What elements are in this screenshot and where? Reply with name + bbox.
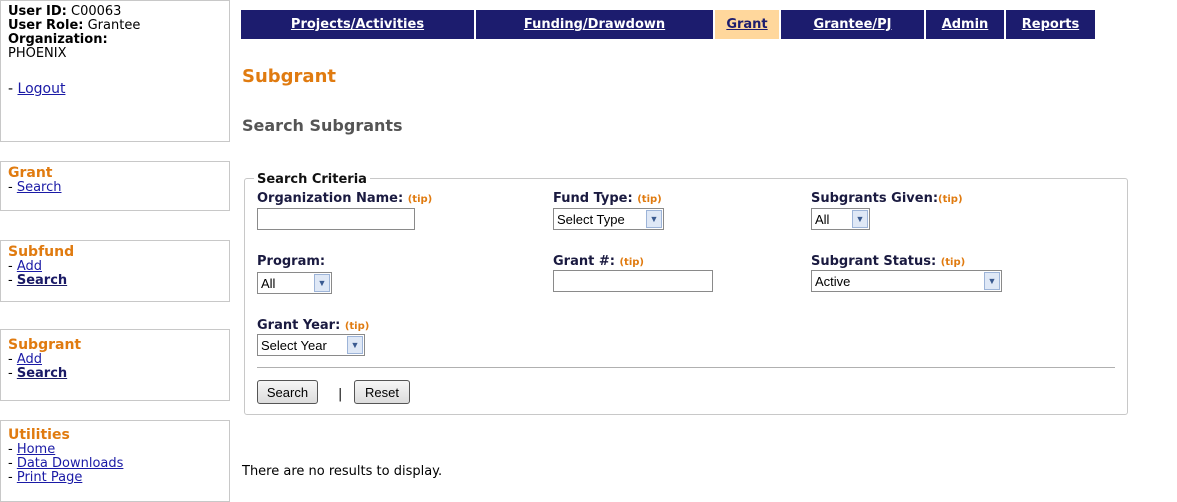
program-value: All xyxy=(261,275,276,291)
item-prefix: - xyxy=(8,352,17,367)
user-id-value: C00063 xyxy=(71,4,122,19)
item-prefix: - xyxy=(8,259,17,274)
item-prefix: - xyxy=(8,366,17,381)
reset-button[interactable]: Reset xyxy=(354,380,410,404)
fund-type-tip-link[interactable]: (tip) xyxy=(637,194,662,205)
org-name-tip-link[interactable]: (tip) xyxy=(408,194,433,205)
item-prefix: - xyxy=(8,456,17,471)
subgrants-given-label-text: Subgrants Given: xyxy=(811,191,939,206)
subgrants-given-tip-link[interactable]: (tip) xyxy=(938,194,963,205)
grant-year-tip-link[interactable]: (tip) xyxy=(345,321,370,332)
fieldset-legend: Search Criteria xyxy=(254,172,370,187)
item-prefix: - xyxy=(8,273,17,288)
subgrant-status-select[interactable]: Active ▼ xyxy=(811,270,1002,292)
grant-year-value: Select Year xyxy=(261,337,327,353)
grant-number-tip-link[interactable]: (tip) xyxy=(619,257,644,268)
item-prefix: - xyxy=(8,180,17,195)
sidebar-section-subgrant: Subgrant - Add - Search xyxy=(0,329,230,401)
grant-number-label-text: Grant #: xyxy=(553,254,615,269)
subgrants-given-value: All xyxy=(815,211,830,227)
fund-type-label-text: Fund Type: xyxy=(553,191,633,206)
sidebar-heading-subgrant: Subgrant xyxy=(8,337,82,353)
grant-year-label: Grant Year: (tip) xyxy=(257,318,369,333)
sidebar-item-subfund-search[interactable]: Search xyxy=(17,273,67,288)
sidebar-item-subgrant-search[interactable]: Search xyxy=(17,366,67,381)
page-title: Subgrant xyxy=(242,66,336,87)
org-name-input[interactable] xyxy=(257,208,415,230)
fund-type-value: Select Type xyxy=(557,211,625,227)
sidebar-heading-utilities: Utilities xyxy=(8,427,70,443)
grant-year-select[interactable]: Select Year ▼ xyxy=(257,334,365,356)
grant-year-label-text: Grant Year: xyxy=(257,318,341,333)
chevron-down-icon: ▼ xyxy=(984,272,1000,290)
item-prefix: - xyxy=(8,442,17,457)
grant-number-input[interactable] xyxy=(553,270,713,292)
sidebar-section-utilities: Utilities - Home - Data Downloads - Prin… xyxy=(0,420,230,502)
divider xyxy=(257,367,1115,368)
subgrant-status-label-text: Subgrant Status: xyxy=(811,254,937,269)
subgrants-given-label: Subgrants Given:(tip) xyxy=(811,191,963,206)
main-nav: Projects/Activities Funding/Drawdown Gra… xyxy=(241,10,1177,39)
search-criteria-fieldset: Search Criteria Organization Name: (tip)… xyxy=(244,172,1128,415)
sidebar-heading-grant: Grant xyxy=(8,165,53,181)
user-info-box: User ID: C00063 User Role: Grantee Organ… xyxy=(0,0,230,142)
sidebar-section-grant: Grant - Search xyxy=(0,161,230,211)
button-separator: | xyxy=(338,387,343,402)
item-prefix: - xyxy=(8,470,17,485)
subgrant-status-value: Active xyxy=(815,273,851,289)
sidebar-item-data-downloads[interactable]: Data Downloads xyxy=(17,456,124,471)
tab-grant[interactable]: Grant xyxy=(715,10,781,39)
sidebar-section-subfund: Subfund - Add - Search xyxy=(0,240,230,302)
tab-admin[interactable]: Admin xyxy=(926,10,1006,39)
chevron-down-icon: ▼ xyxy=(646,210,662,228)
organization-label: Organization: xyxy=(8,32,108,47)
subgrants-given-select[interactable]: All ▼ xyxy=(811,208,870,230)
logout-link[interactable]: Logout xyxy=(18,81,66,97)
subgrant-status-label: Subgrant Status: (tip) xyxy=(811,254,965,269)
sidebar-item-subgrant-add[interactable]: Add xyxy=(17,352,42,367)
chevron-down-icon: ▼ xyxy=(852,210,868,228)
fund-type-select[interactable]: Select Type ▼ xyxy=(553,208,664,230)
logout-prefix: - xyxy=(8,81,18,97)
page-subtitle: Search Subgrants xyxy=(242,116,403,135)
chevron-down-icon: ▼ xyxy=(314,274,330,292)
program-select[interactable]: All ▼ xyxy=(257,272,332,294)
tab-funding-drawdown[interactable]: Funding/Drawdown xyxy=(476,10,715,39)
organization-value: PHOENIX xyxy=(8,46,67,61)
tab-grantee-pj[interactable]: Grantee/PJ xyxy=(781,10,926,39)
org-name-label: Organization Name: (tip) xyxy=(257,191,432,206)
user-role-label: User Role: xyxy=(8,18,84,33)
search-button[interactable]: Search xyxy=(257,380,318,404)
grant-number-label: Grant #: (tip) xyxy=(553,254,644,269)
fund-type-label: Fund Type: (tip) xyxy=(553,191,662,206)
chevron-down-icon: ▼ xyxy=(347,336,363,354)
sidebar-heading-subfund: Subfund xyxy=(8,244,75,260)
user-role-value: Grantee xyxy=(87,18,141,33)
tab-projects-activities[interactable]: Projects/Activities xyxy=(241,10,476,39)
sidebar-item-subfund-add[interactable]: Add xyxy=(17,259,42,274)
no-results-message: There are no results to display. xyxy=(242,464,443,479)
sidebar-item-home[interactable]: Home xyxy=(17,442,55,457)
org-name-label-text: Organization Name: xyxy=(257,191,404,206)
sidebar-item-grant-search[interactable]: Search xyxy=(17,180,62,195)
program-label: Program: xyxy=(257,254,326,269)
subgrant-status-tip-link[interactable]: (tip) xyxy=(941,257,966,268)
tab-reports[interactable]: Reports xyxy=(1006,10,1097,39)
sidebar-item-print-page[interactable]: Print Page xyxy=(17,470,83,485)
user-id-label: User ID: xyxy=(8,4,67,19)
